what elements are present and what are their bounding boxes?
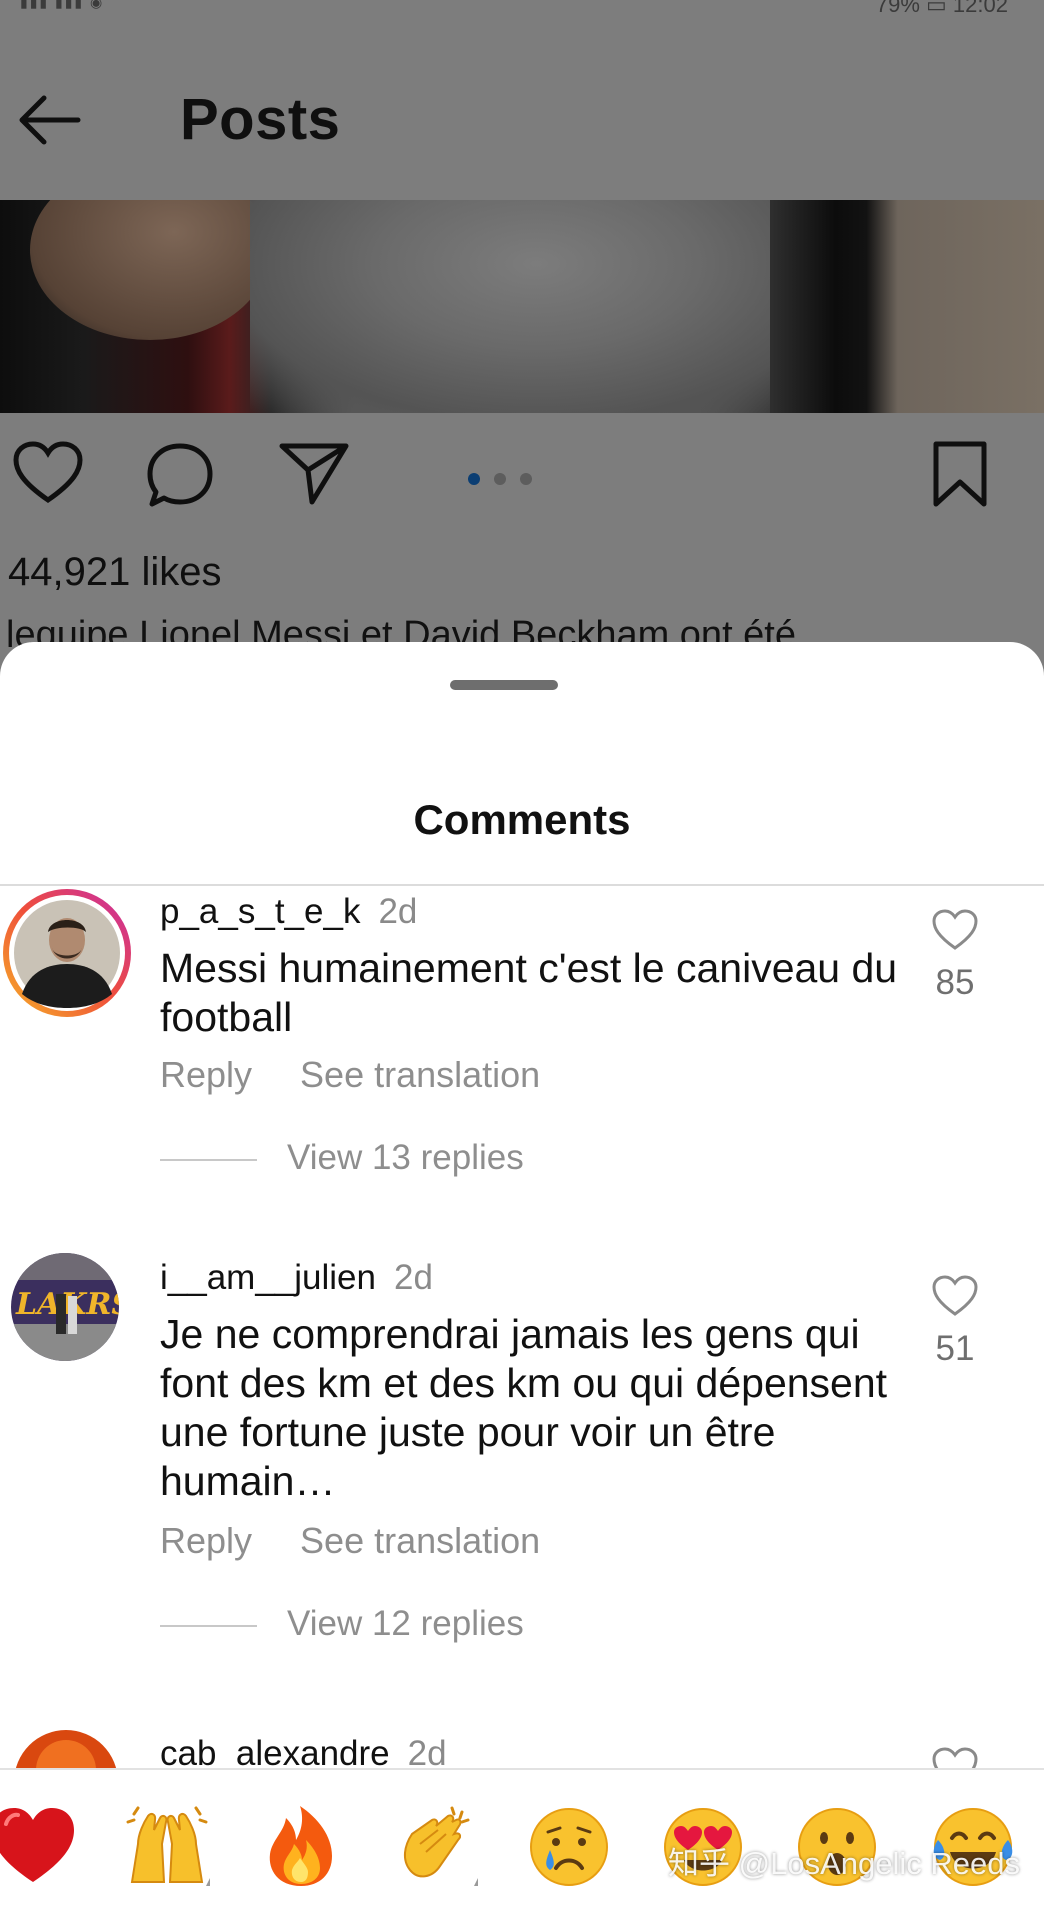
view-replies-label[interactable]: View 13 replies	[287, 1138, 524, 1177]
divider	[0, 884, 1044, 886]
comment-time: 2d	[378, 892, 418, 931]
comment-actions: Reply See translation	[160, 1054, 588, 1096]
comment-actions: Reply See translation	[160, 1520, 588, 1562]
comments-title: Comments	[413, 796, 631, 843]
comment-text: Je ne comprendrai jamais les gens qui fo…	[160, 1311, 888, 1504]
heart-outline-icon[interactable]	[931, 1274, 979, 1318]
carousel-indicator	[468, 472, 546, 490]
username-text[interactable]: p_a_s_t_e_k	[160, 892, 360, 931]
carousel-dot	[520, 473, 532, 485]
like-count: 51	[935, 1329, 975, 1368]
share-icon[interactable]	[278, 440, 350, 506]
comment-like: 85	[930, 908, 980, 1003]
heart-icon[interactable]	[12, 440, 84, 506]
bookmark-icon[interactable]	[930, 440, 990, 510]
comment-time: 2d	[393, 1258, 433, 1297]
view-replies-button[interactable]: View 13 replies	[160, 1138, 524, 1178]
heart-outline-icon[interactable]	[931, 908, 979, 952]
svg-text:LAKRS: LAKRS	[15, 1287, 120, 1322]
signal-icon: ▮▮▮ ▮▮▮ ◉	[20, 0, 105, 10]
carousel-dot	[468, 473, 480, 485]
username-text[interactable]: i__am__julien	[160, 1258, 376, 1297]
comments-sheet: Comments p_a_s_t_e_k 2d Messi humainement…	[0, 642, 1044, 1908]
comment-icon[interactable]	[144, 440, 216, 512]
likes-count[interactable]: 44,921 likes	[8, 550, 221, 595]
comment-text: Messi humainement c'est le caniveau du f…	[160, 945, 898, 1040]
fire-icon[interactable]	[258, 1804, 344, 1890]
red-heart-icon[interactable]	[0, 1804, 76, 1890]
comment-username[interactable]: i__am__julien 2d	[160, 1258, 433, 1298]
comment-like: 51	[930, 1274, 980, 1369]
replies-line	[160, 1158, 257, 1161]
top-bar: Posts	[0, 60, 1044, 180]
like-count: 85	[935, 963, 975, 1002]
reply-button[interactable]: Reply	[160, 1054, 252, 1095]
raising-hands-icon[interactable]	[124, 1804, 210, 1890]
view-replies-button[interactable]: View 12 replies	[160, 1604, 524, 1644]
reply-button[interactable]: Reply	[160, 1520, 252, 1561]
avatar[interactable]: LAKRS	[10, 1252, 120, 1362]
view-replies-label[interactable]: View 12 replies	[287, 1604, 524, 1643]
carousel-dot	[494, 473, 506, 485]
replies-line	[160, 1624, 257, 1627]
comment-username[interactable]: p_a_s_t_e_k 2d	[160, 892, 417, 932]
crying-face-icon[interactable]	[526, 1804, 612, 1890]
post-image-shirt	[250, 200, 770, 413]
avatar[interactable]	[0, 886, 134, 1020]
see-translation-button[interactable]: See translation	[300, 1520, 540, 1561]
post-image-face	[30, 200, 270, 340]
status-bar: ▮▮▮ ▮▮▮ ◉ 79% ▭ 12:02	[0, 0, 1044, 17]
status-right: 79% ▭ 12:02	[875, 0, 1008, 17]
page-title: Posts	[180, 87, 341, 152]
see-translation-button[interactable]: See translation	[300, 1054, 540, 1095]
drag-handle[interactable]	[450, 680, 558, 690]
post-image[interactable]	[0, 200, 1044, 413]
back-arrow-icon[interactable]	[14, 90, 84, 150]
clapping-hands-icon[interactable]	[392, 1804, 478, 1890]
watermark: 知乎 @LosAngelic Reeds	[668, 1846, 1020, 1881]
